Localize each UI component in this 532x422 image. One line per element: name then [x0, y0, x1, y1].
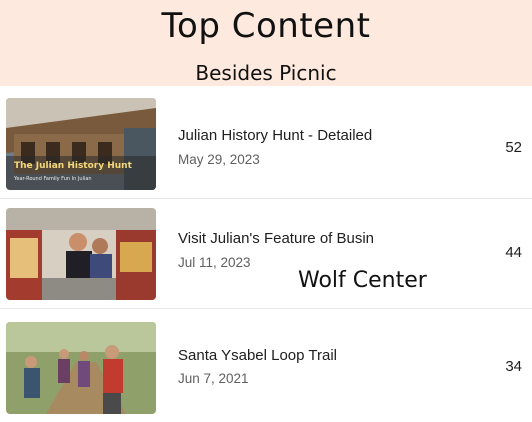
video-title[interactable]: Visit Julian's Feature of Busin	[178, 230, 406, 247]
banner-subtitle: Besides Picnic	[195, 61, 337, 85]
video-row[interactable]: The Julian History Hunt Year-Round Famil…	[0, 90, 532, 199]
video-row[interactable]: Visit Julian's Feature of Busin Jul 11, …	[0, 200, 532, 309]
video-count: 44	[505, 244, 522, 261]
overlay-label: Wolf Center	[298, 268, 427, 293]
video-count: 52	[505, 139, 522, 156]
video-row[interactable]: Santa Ysabel Loop Trail Jun 7, 2021 34	[0, 314, 532, 422]
thumbnail-image-julian-history: The Julian History Hunt Year-Round Famil…	[6, 98, 156, 190]
video-count: 34	[505, 358, 522, 375]
thumbnail-image-trail-hikers	[6, 322, 156, 414]
banner-title: Top Content	[161, 6, 371, 46]
video-title[interactable]: Julian History Hunt - Detailed	[178, 127, 406, 144]
video-date: May 29, 2023	[178, 152, 260, 167]
video-thumbnail[interactable]: The Julian History Hunt Year-Round Famil…	[6, 98, 156, 190]
video-date: Jul 11, 2023	[178, 255, 251, 270]
thumbnail-image-storefront	[6, 208, 156, 300]
video-thumbnail[interactable]	[6, 208, 156, 300]
video-thumbnail[interactable]	[6, 322, 156, 414]
header-banner: Top Content Besides Picnic	[0, 0, 532, 86]
video-title[interactable]: Santa Ysabel Loop Trail	[178, 347, 406, 364]
thumbnail-caption-small: Year-Round Family Fun In Julian	[13, 176, 92, 182]
video-date: Jun 7, 2021	[178, 371, 249, 386]
thumbnail-caption: The Julian History Hunt	[14, 161, 133, 171]
